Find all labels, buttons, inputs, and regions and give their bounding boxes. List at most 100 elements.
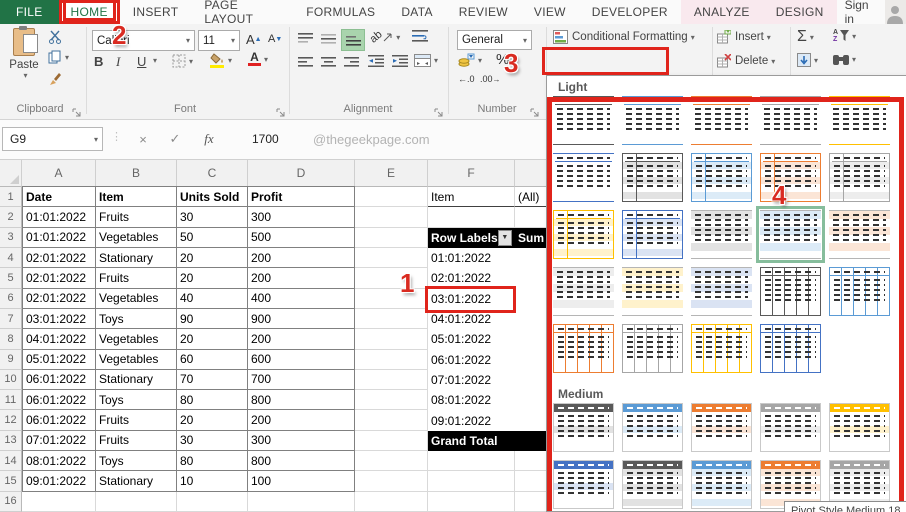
table-style-thumb-header-silver[interactable] xyxy=(760,403,821,452)
table-style-thumb-grid-navy[interactable] xyxy=(760,324,821,373)
name-box[interactable]: G9 ▾ xyxy=(2,127,103,151)
cell-A9[interactable]: 05:01:2022 xyxy=(22,350,96,370)
increase-indent-button[interactable] xyxy=(392,55,408,67)
enter-button[interactable]: ✓ xyxy=(164,127,186,151)
cell-F3[interactable]: Row Labels▼ xyxy=(428,228,515,248)
cell-D3[interactable]: 500 xyxy=(248,228,355,248)
row-header-14[interactable]: 14 xyxy=(0,451,22,471)
cell-B13[interactable]: Fruits xyxy=(96,431,177,451)
cell-F2[interactable] xyxy=(428,207,515,227)
fill-down-button[interactable]: ▾ xyxy=(797,53,818,67)
top-align-button[interactable] xyxy=(295,30,315,48)
cell-A6[interactable]: 02:01:2022 xyxy=(22,289,96,309)
font-color-button[interactable]: A ▾ xyxy=(248,52,268,66)
table-style-thumb-grid-silver[interactable] xyxy=(622,324,683,373)
table-style-thumb-banded-blue[interactable] xyxy=(760,210,821,259)
column-header-C[interactable]: C xyxy=(177,160,248,187)
cell-A15[interactable]: 09:01:2022 xyxy=(22,471,96,491)
cell-C4[interactable]: 20 xyxy=(177,248,248,268)
row-header-10[interactable]: 10 xyxy=(0,370,22,390)
table-style-thumb-lines-blue[interactable] xyxy=(622,96,683,145)
delete-cells-button[interactable]: Delete▾ xyxy=(717,54,775,68)
row-header-12[interactable]: 12 xyxy=(0,410,22,430)
cell-A12[interactable]: 06:01:2022 xyxy=(22,410,96,430)
cell-C13[interactable]: 30 xyxy=(177,431,248,451)
cell-D10[interactable]: 700 xyxy=(248,370,355,390)
cell-D8[interactable]: 200 xyxy=(248,329,355,349)
cell-D4[interactable]: 200 xyxy=(248,248,355,268)
name-box-arrow[interactable]: ▾ xyxy=(94,135,98,144)
cell-C11[interactable]: 80 xyxy=(177,390,248,410)
cut-button[interactable] xyxy=(48,30,62,44)
cell-F1[interactable]: Item xyxy=(428,187,515,207)
column-header-A[interactable]: A xyxy=(22,160,96,187)
table-style-thumb-boxed-blue[interactable] xyxy=(691,153,752,202)
tab-analyze[interactable]: ANALYZE xyxy=(681,0,763,24)
bottom-align-button[interactable] xyxy=(341,29,365,51)
cell-E7[interactable] xyxy=(355,309,428,329)
cell-E3[interactable] xyxy=(355,228,428,248)
table-style-thumb-header-orange[interactable] xyxy=(691,403,752,452)
cell-C14[interactable]: 80 xyxy=(177,451,248,471)
table-style-thumb-header-black[interactable] xyxy=(553,403,614,452)
cell-D9[interactable]: 600 xyxy=(248,350,355,370)
cancel-button[interactable]: × xyxy=(132,127,154,151)
cell-C3[interactable]: 50 xyxy=(177,228,248,248)
cell-D2[interactable]: 300 xyxy=(248,207,355,227)
table-style-thumb-boxed-black[interactable] xyxy=(622,153,683,202)
cell-B11[interactable]: Toys xyxy=(96,390,177,410)
cell-C5[interactable]: 20 xyxy=(177,268,248,288)
cell-B3[interactable]: Vegetables xyxy=(96,228,177,248)
cell-F5[interactable]: 02:01:2022 xyxy=(428,268,515,288)
sign-in-link[interactable]: Sign in xyxy=(837,0,885,24)
row-header-11[interactable]: 11 xyxy=(0,390,22,410)
decrease-indent-button[interactable] xyxy=(368,55,384,67)
cell-E13[interactable] xyxy=(355,431,428,451)
tab-view[interactable]: VIEW xyxy=(521,0,579,24)
cell-A16[interactable] xyxy=(22,492,96,512)
shrink-font-button[interactable]: A▼ xyxy=(268,33,282,45)
cell-B2[interactable]: Fruits xyxy=(96,207,177,227)
table-style-thumb-lines-orange[interactable] xyxy=(691,96,752,145)
cell-B10[interactable]: Stationary xyxy=(96,370,177,390)
cell-D1[interactable]: Profit xyxy=(248,186,355,207)
cell-E6[interactable] xyxy=(355,289,428,309)
insert-cells-button[interactable]: Insert▾ xyxy=(717,30,771,44)
formula-input[interactable]: 1700 xyxy=(228,127,279,151)
number-format-combo[interactable]: General▾ xyxy=(457,30,532,50)
table-style-thumb-lines-silver[interactable] xyxy=(760,96,821,145)
table-style-thumb-header-banded-blue[interactable] xyxy=(691,460,752,509)
cell-C2[interactable]: 30 xyxy=(177,207,248,227)
cell-F8[interactable]: 05:01:2022 xyxy=(428,329,515,349)
accounting-format-button[interactable]: ▾ xyxy=(458,53,482,67)
autosum-button[interactable]: Σ▾ xyxy=(797,28,814,46)
row-labels-filter-button[interactable]: ▼ xyxy=(498,230,512,246)
middle-align-button[interactable] xyxy=(318,30,338,48)
conditional-formatting-button[interactable]: Conditional Formatting▾ xyxy=(553,30,695,44)
table-style-thumb-banded-orange[interactable] xyxy=(829,210,890,259)
column-header-E[interactable]: E xyxy=(355,160,428,187)
table-style-thumb-boxed-silver[interactable] xyxy=(829,153,890,202)
cell-D11[interactable]: 800 xyxy=(248,390,355,410)
tab-home[interactable]: HOME xyxy=(59,0,120,24)
column-header-F[interactable]: F xyxy=(428,160,515,187)
row-header-15[interactable]: 15 xyxy=(0,471,22,491)
row-header-5[interactable]: 5 xyxy=(0,268,22,288)
cell-C7[interactable]: 90 xyxy=(177,309,248,329)
cell-F4[interactable]: 01:01:2022 xyxy=(428,248,515,268)
cell-D12[interactable]: 200 xyxy=(248,410,355,430)
column-header-D[interactable]: D xyxy=(248,160,355,187)
cell-F13[interactable]: Grand Total xyxy=(428,431,515,451)
cell-E15[interactable] xyxy=(355,471,428,491)
table-style-thumb-boxed-orange[interactable] xyxy=(760,153,821,202)
cell-B12[interactable]: Fruits xyxy=(96,410,177,430)
cell-E2[interactable] xyxy=(355,207,428,227)
cell-C16[interactable] xyxy=(177,492,248,512)
cell-E9[interactable] xyxy=(355,350,428,370)
insert-function-button[interactable]: fx xyxy=(196,127,222,151)
cell-E1[interactable] xyxy=(355,187,428,207)
cell-A4[interactable]: 02:01:2022 xyxy=(22,248,96,268)
table-style-thumb-grid-orange[interactable] xyxy=(553,324,614,373)
cell-A3[interactable]: 01:01:2022 xyxy=(22,228,96,248)
cell-B9[interactable]: Vegetables xyxy=(96,350,177,370)
